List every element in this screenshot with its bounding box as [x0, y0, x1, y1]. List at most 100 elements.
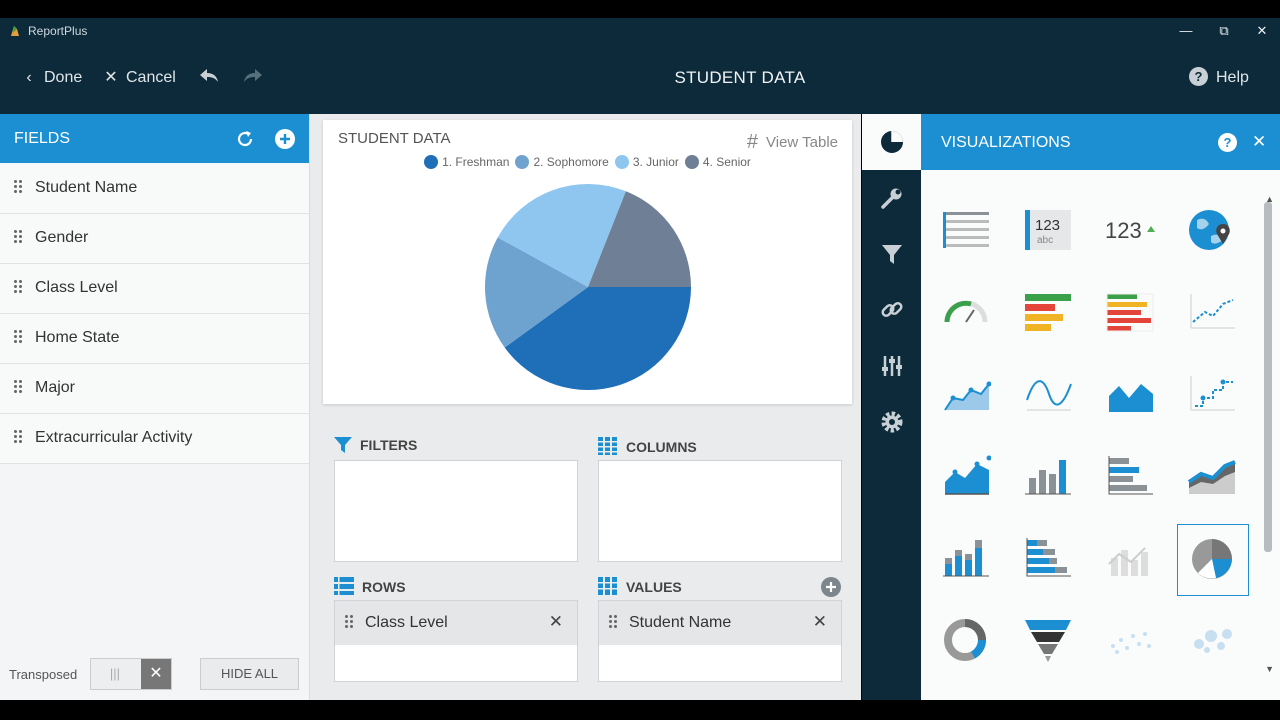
add-value-icon[interactable]	[821, 577, 841, 597]
hide-all-button[interactable]: HIDE ALL	[200, 658, 299, 690]
close-panel-icon[interactable]: ✕	[1252, 132, 1266, 152]
values-chip-student-name[interactable]: Student Name ✕	[599, 601, 841, 645]
field-item[interactable]: Class Level	[0, 264, 309, 314]
visualization-option[interactable]	[1013, 524, 1083, 594]
drag-handle-icon[interactable]	[14, 330, 24, 348]
fields-title: FIELDS	[14, 130, 71, 147]
view-table-label: View Table	[766, 134, 838, 151]
link-icon	[881, 301, 903, 318]
drag-handle-icon[interactable]	[14, 280, 24, 298]
drag-handle-icon[interactable]	[14, 230, 24, 248]
field-item[interactable]: Home State	[0, 314, 309, 364]
filter-icon	[882, 245, 902, 264]
drag-handle-icon[interactable]	[14, 430, 24, 448]
visualization-option[interactable]	[931, 606, 1001, 676]
tab-links[interactable]	[862, 282, 921, 338]
legend-item[interactable]: 3. Junior	[614, 155, 679, 169]
tab-filters[interactable]	[862, 226, 921, 282]
field-item-label: Major	[35, 379, 76, 396]
app-name: ReportPlus	[28, 24, 88, 38]
filters-dropzone[interactable]	[334, 460, 578, 562]
field-item[interactable]: Extracurricular Activity	[0, 414, 309, 464]
view-table-button[interactable]: # View Table	[747, 131, 838, 154]
bubble-icon	[1194, 629, 1232, 653]
visualizations-panel: VISUALIZATIONS ? ✕ 123 abc 123 ▲ ▼	[921, 114, 1280, 700]
legend-swatch	[424, 155, 439, 169]
help-button[interactable]: ? Help	[1189, 66, 1249, 90]
chart-title: STUDENT DATA	[338, 130, 451, 147]
drag-handle-icon[interactable]	[345, 615, 355, 633]
tab-adjustments[interactable]	[862, 338, 921, 394]
pie-chart[interactable]	[483, 182, 693, 392]
visualization-option[interactable]	[1177, 196, 1247, 266]
visualization-option[interactable]	[1095, 442, 1165, 512]
legend-item[interactable]: 4. Senior	[684, 155, 751, 169]
columns-label: COLUMNS	[626, 439, 697, 455]
filters-label: FILTERS	[360, 437, 418, 453]
visualization-option[interactable]	[931, 524, 1001, 594]
visualization-option[interactable]	[931, 360, 1001, 430]
remove-value-icon[interactable]: ✕	[813, 612, 827, 632]
scrollbar[interactable]	[1264, 202, 1272, 552]
visualization-option[interactable]	[1095, 278, 1165, 348]
visualization-option[interactable]	[1095, 524, 1165, 594]
tab-visualizations[interactable]	[862, 114, 921, 170]
field-item[interactable]: Gender	[0, 214, 309, 264]
visualization-option[interactable]	[1013, 442, 1083, 512]
visualization-option[interactable]	[931, 442, 1001, 512]
spline-icon	[1026, 380, 1072, 411]
field-item[interactable]: Student Name	[0, 164, 309, 214]
visualization-option[interactable]	[1177, 442, 1247, 512]
visualization-option[interactable]	[1177, 524, 1249, 596]
minimize-button[interactable]: —	[1171, 20, 1201, 42]
add-field-icon[interactable]	[275, 129, 295, 149]
scroll-down-icon[interactable]: ▼	[1265, 664, 1274, 674]
visualization-option[interactable]	[1095, 606, 1165, 676]
visualization-option[interactable]	[1177, 606, 1247, 676]
transposed-toggle[interactable]: ||| ✕	[90, 658, 172, 690]
visualization-option[interactable]	[1013, 606, 1083, 676]
tab-settings[interactable]	[862, 394, 921, 450]
drag-handle-icon[interactable]	[609, 615, 619, 633]
close-window-button[interactable]: ✕	[1247, 20, 1277, 42]
help-icon[interactable]: ?	[1218, 133, 1237, 152]
drag-handle-icon[interactable]	[14, 180, 24, 198]
rows-dropzone[interactable]: Class Level ✕	[334, 600, 578, 682]
visualization-option[interactable]	[1177, 360, 1247, 430]
combo-chart-icon	[1108, 547, 1148, 576]
field-item[interactable]: Major	[0, 364, 309, 414]
field-item-label: Home State	[35, 329, 120, 346]
visualization-option[interactable]	[1013, 278, 1083, 348]
remove-row-icon[interactable]: ✕	[549, 612, 563, 632]
legend-label: 3. Junior	[632, 155, 679, 169]
fields-panel: FIELDS Student Name Gender Class Level Home…	[0, 114, 310, 700]
field-item-label: Gender	[35, 229, 89, 246]
visualization-option[interactable]	[931, 196, 1001, 266]
wrench-icon	[881, 188, 902, 209]
restore-button[interactable]: ⧉	[1209, 20, 1239, 42]
legend-swatch	[515, 155, 530, 169]
visualization-option[interactable]	[1095, 360, 1165, 430]
toggle-off-icon: |||	[109, 666, 121, 681]
line-chart-icon	[1190, 294, 1235, 329]
legend-item[interactable]: 2. Sophomore	[515, 155, 609, 169]
legend-swatch	[614, 155, 629, 169]
grid-table-icon	[943, 212, 989, 248]
values-dropzone[interactable]: Student Name ✕	[598, 600, 842, 682]
visualization-option[interactable]	[1013, 360, 1083, 430]
visualization-option[interactable]	[931, 278, 1001, 348]
rows-chip-class-level[interactable]: Class Level ✕	[335, 601, 577, 645]
legend-item[interactable]: 1. Freshman	[424, 155, 509, 169]
visualizations-title: VISUALIZATIONS	[941, 134, 1071, 151]
tab-settings-wrench[interactable]	[862, 170, 921, 226]
text-view-icon: 123abc	[1025, 210, 1071, 250]
visualization-option[interactable]: 123 abc	[1013, 196, 1083, 266]
refresh-icon[interactable]	[235, 129, 255, 149]
pie-chart-icon	[1192, 539, 1232, 579]
visualization-option[interactable]: 123	[1095, 196, 1165, 266]
columns-dropzone[interactable]	[598, 460, 842, 562]
drag-handle-icon[interactable]	[14, 380, 24, 398]
stacked-column-icon	[943, 540, 989, 577]
visualization-option[interactable]	[1177, 278, 1247, 348]
field-item-label: Class Level	[35, 279, 118, 296]
